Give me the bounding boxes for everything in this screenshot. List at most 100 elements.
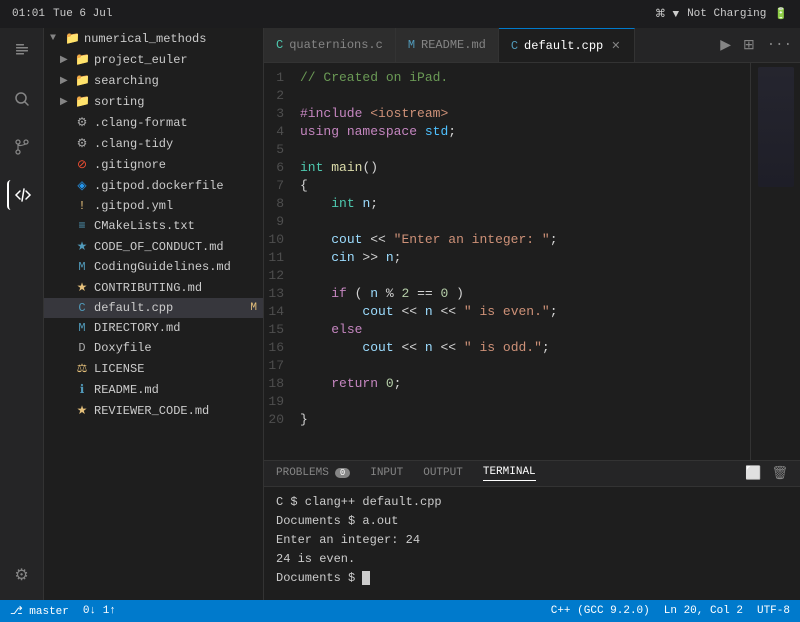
tab-readme[interactable]: M README.md <box>396 28 499 62</box>
panel-tab-problems[interactable]: PROBLEMS 0 <box>276 467 350 481</box>
file-label: REVIEWER_CODE.md <box>94 404 209 418</box>
sidebar-item-project_euler[interactable]: ▶ 📁 project_euler <box>44 49 263 70</box>
panel-tab-label: TERMINAL <box>483 466 536 478</box>
close-icon[interactable]: ✕ <box>609 38 622 54</box>
sidebar-item-searching[interactable]: ▶ 📁 searching <box>44 70 263 91</box>
language-mode[interactable]: C++ (GCC 9.2.0) <box>551 605 650 617</box>
sidebar-item-cmakelists[interactable]: ≡ CMakeLists.txt <box>44 216 263 236</box>
bottom-panel: PROBLEMS 0 INPUT OUTPUT TERMINAL ⬜ 🗑 <box>264 460 800 600</box>
activity-files[interactable] <box>7 36 37 66</box>
top-bar: 01:01 Tue 6 Jul ⌘ ▼ Not Charging 🔋 <box>0 0 800 28</box>
activity-settings[interactable]: ⚙ <box>7 560 37 590</box>
panel-tab-terminal[interactable]: TERMINAL <box>483 466 536 481</box>
more-icon[interactable]: ··· <box>767 37 792 53</box>
code-line: 18 return 0; <box>264 375 750 393</box>
status-bar: ⎇ master 0↓ 1↑ C++ (GCC 9.2.0) Ln 20, Co… <box>0 600 800 622</box>
sidebar-item-reviewer-code[interactable]: ★ REVIEWER_CODE.md <box>44 400 263 421</box>
code-line: 9 <box>264 213 750 231</box>
sidebar-item-sorting[interactable]: ▶ 📁 sorting <box>44 91 263 112</box>
trash-icon[interactable]: 🗑 <box>771 466 788 481</box>
terminal-line: Documents $ a.out <box>276 512 788 531</box>
sidebar-item-gitignore[interactable]: ⊘ .gitignore <box>44 154 263 175</box>
sidebar-item-clang-tidy[interactable]: ⚙ .clang-tidy <box>44 133 263 154</box>
file-label: DIRECTORY.md <box>94 321 180 335</box>
battery-icon: 🔋 <box>774 7 788 21</box>
file-label: .gitpod.yml <box>94 199 173 213</box>
code-line: 5 <box>264 141 750 159</box>
sidebar-item-contributing[interactable]: ★ CONTRIBUTING.md <box>44 277 263 298</box>
code-line: 14 cout << n << " is even."; <box>264 303 750 321</box>
panel-tab-label: PROBLEMS <box>276 467 329 479</box>
chevron-down-icon: ▼ <box>50 33 60 44</box>
sidebar-item-clang-format[interactable]: ⚙ .clang-format <box>44 112 263 133</box>
code-line: 4 using namespace std; <box>264 123 750 141</box>
activity-bottom: ⚙ <box>7 560 37 600</box>
file-label: default.cpp <box>94 301 173 315</box>
topbar-left: 01:01 Tue 6 Jul <box>12 8 112 20</box>
sidebar-item-readme[interactable]: ℹ README.md <box>44 379 263 400</box>
file-label: Doxyfile <box>94 341 152 355</box>
run-icon[interactable]: ▶ <box>720 37 731 54</box>
minimap-preview <box>758 67 794 187</box>
tab-quaternions[interactable]: C quaternions.c <box>264 28 396 62</box>
sidebar-item-default-cpp[interactable]: C default.cpp M <box>44 298 263 318</box>
activity-source-control[interactable] <box>7 132 37 162</box>
code-line: 8 int n; <box>264 195 750 213</box>
tab-actions: ▶ ⊞ ··· <box>712 28 800 62</box>
sidebar-item-code-of-conduct[interactable]: ★ CODE_OF_CONDUCT.md <box>44 236 263 257</box>
panel-tab-input[interactable]: INPUT <box>370 467 403 481</box>
wifi-icon: ⌘ ▼ <box>655 7 679 21</box>
minimap <box>750 63 800 460</box>
folder-label: searching <box>94 74 159 88</box>
split-icon[interactable]: ⊞ <box>743 37 755 54</box>
code-editor[interactable]: 1 // Created on iPad. 2 3 #include <iost… <box>264 63 750 460</box>
code-line: 17 <box>264 357 750 375</box>
file-label: .clang-tidy <box>94 137 173 151</box>
tab-icon: M <box>408 38 415 52</box>
terminal-line: 24 is even. <box>276 550 788 569</box>
panel-tab-label: OUTPUT <box>423 467 463 479</box>
cursor-position[interactable]: Ln 20, Col 2 <box>664 605 743 617</box>
git-branch[interactable]: ⎇ master <box>10 604 69 618</box>
file-label: .gitpod.dockerfile <box>94 179 224 193</box>
tab-default-cpp[interactable]: C default.cpp ✕ <box>499 28 636 62</box>
status-right: C++ (GCC 9.2.0) Ln 20, Col 2 UTF-8 <box>551 605 790 617</box>
code-line: 3 #include <iostream> <box>264 105 750 123</box>
sidebar-item-directory-md[interactable]: M DIRECTORY.md <box>44 318 263 338</box>
code-line: 15 else <box>264 321 750 339</box>
encoding[interactable]: UTF-8 <box>757 605 790 617</box>
sidebar-item-coding-guidelines[interactable]: M CodingGuidelines.md <box>44 257 263 277</box>
code-line: 7 { <box>264 177 750 195</box>
code-line: 19 <box>264 393 750 411</box>
tab-icon: C <box>511 39 518 53</box>
code-line: 16 cout << n << " is odd."; <box>264 339 750 357</box>
sync-status: 0↓ 1↑ <box>83 605 116 617</box>
file-label: CMakeLists.txt <box>94 219 195 233</box>
sidebar-item-dockerfile[interactable]: ◈ .gitpod.dockerfile <box>44 175 263 196</box>
sidebar-item-numerical_methods[interactable]: ▼ 📁 numerical_methods <box>44 28 263 49</box>
sidebar-item-gitpod-yml[interactable]: ! .gitpod.yml <box>44 196 263 216</box>
file-label: CONTRIBUTING.md <box>94 281 202 295</box>
tab-icon: C <box>276 38 283 52</box>
code-line: 13 if ( n % 2 == 0 ) <box>264 285 750 303</box>
panel-tabs: PROBLEMS 0 INPUT OUTPUT TERMINAL ⬜ 🗑 <box>264 461 800 487</box>
activity-code[interactable] <box>7 180 37 210</box>
code-line: 6 int main() <box>264 159 750 177</box>
sidebar-item-doxyfile[interactable]: D Doxyfile <box>44 338 263 358</box>
problems-badge: 0 <box>335 468 350 478</box>
maximize-icon[interactable]: ⬜ <box>745 466 761 481</box>
file-label: README.md <box>94 383 159 397</box>
panel-tab-output[interactable]: OUTPUT <box>423 467 463 481</box>
file-label: CodingGuidelines.md <box>94 260 231 274</box>
activity-search[interactable] <box>7 84 37 114</box>
panel-actions: ⬜ 🗑 <box>745 466 788 481</box>
code-line: 2 <box>264 87 750 105</box>
folder-label: sorting <box>94 95 144 109</box>
tab-label: README.md <box>421 38 486 52</box>
sidebar-item-license[interactable]: ⚖ LICENSE <box>44 358 263 379</box>
file-label: .clang-format <box>94 116 188 130</box>
battery-text: Not Charging <box>687 8 766 20</box>
terminal-content[interactable]: C $ clang++ default.cpp Documents $ a.ou… <box>264 487 800 600</box>
date-display: Tue 6 Jul <box>53 8 112 20</box>
editor-main: 1 // Created on iPad. 2 3 #include <iost… <box>264 63 800 460</box>
